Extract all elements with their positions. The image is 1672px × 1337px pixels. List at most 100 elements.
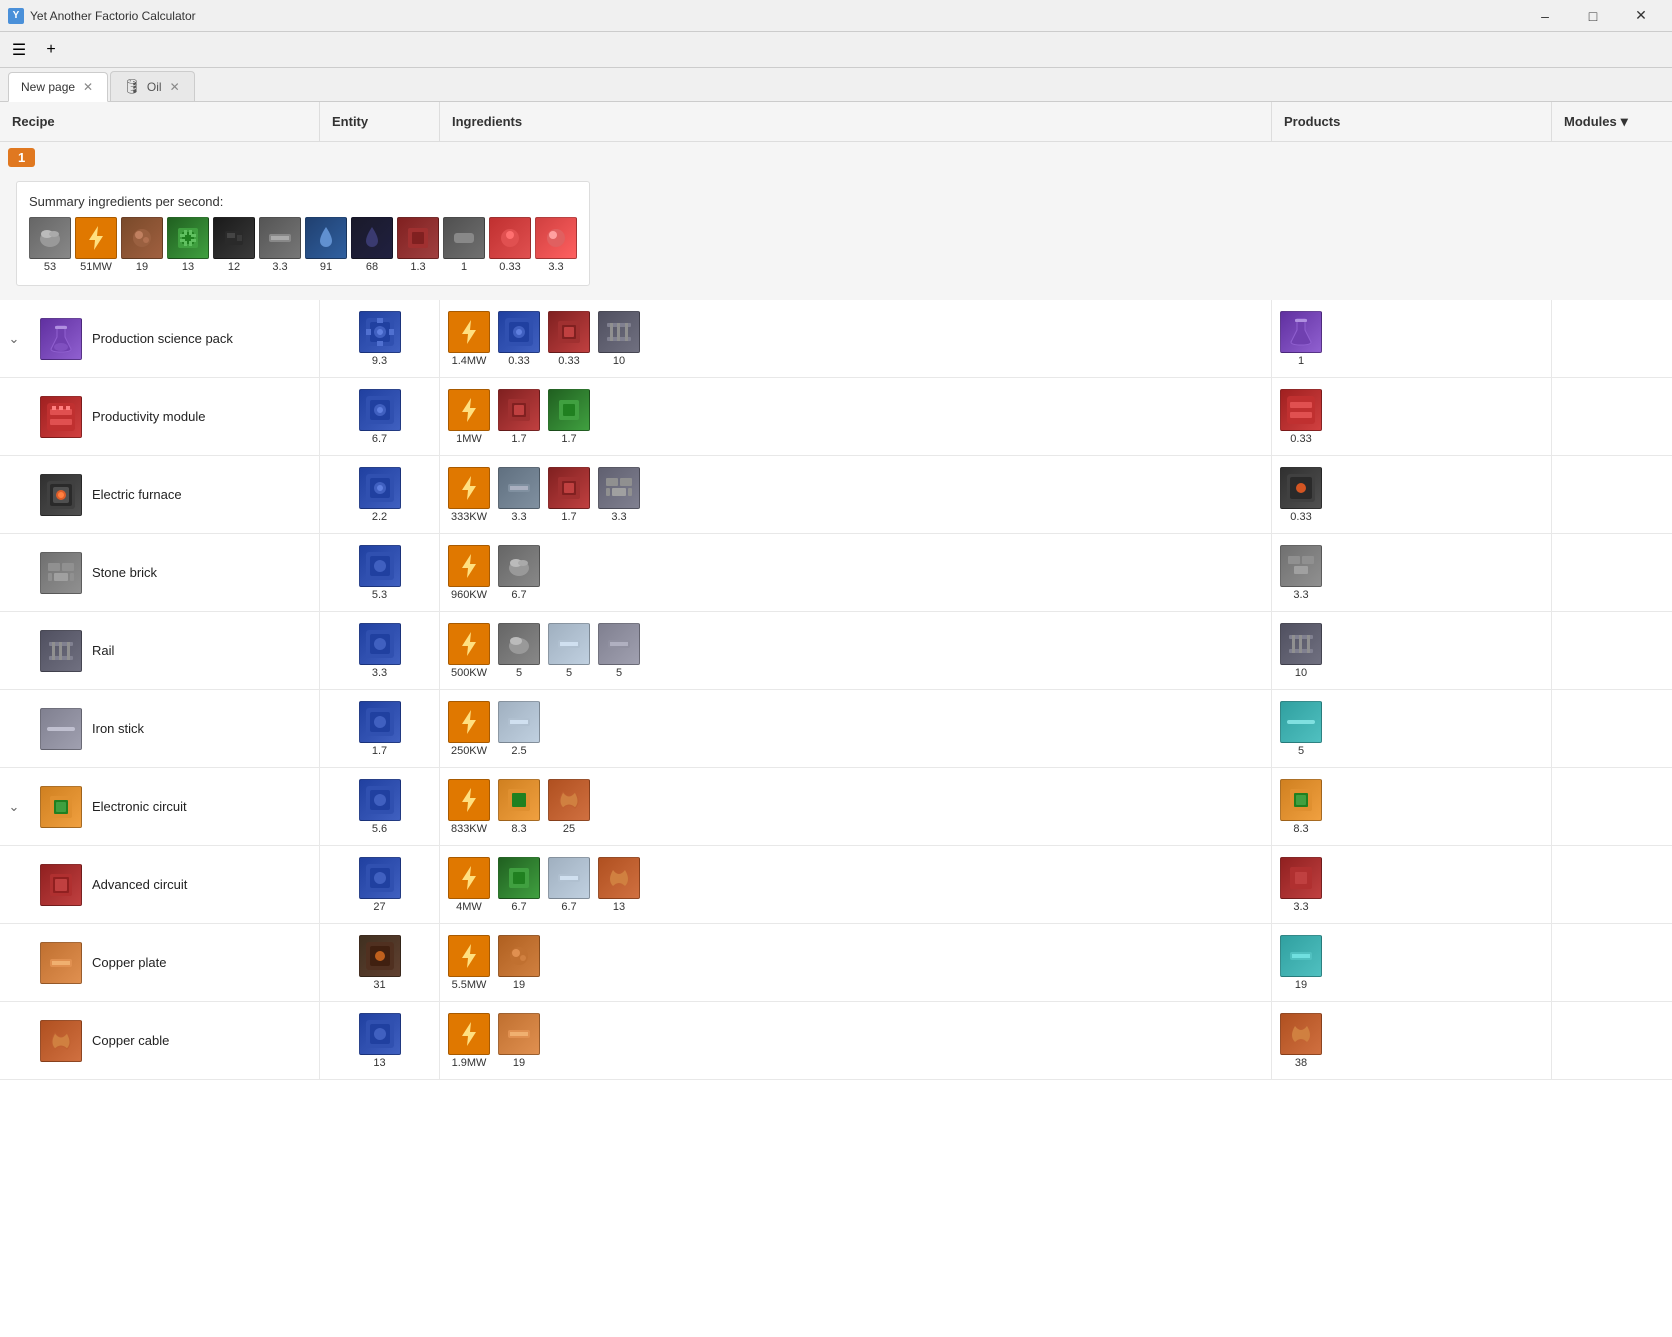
steelplate-icon-rail [598,623,640,665]
furnace-icon-copper-plate [359,935,401,977]
ec-ironplate-icon [498,779,540,821]
energy-icon-electronic-circuit [448,779,490,821]
energy-icon [448,311,490,353]
products-cell-productivity: 0.33 [1272,378,1552,455]
ingredient-copperplate-copper-cable: 19 [498,1013,540,1069]
recipe-name-productivity-module: Productivity module [28,378,320,455]
child-indent [0,378,28,455]
entity-value-copper-cable: 13 [373,1057,385,1069]
modules-cell-production-science [1552,300,1672,377]
summary-item: 3.3 [535,217,577,273]
greencircuit-icon-ac [498,857,540,899]
coppercable-value-ec: 25 [554,823,584,835]
ingredients-cell-advanced-circuit: 4MW 6.7 6.7 [440,846,1272,923]
coppercable-icon-ac [598,857,640,899]
recipe-name-electric-furnace: Electric furnace [28,456,320,533]
entity-value-stone-brick: 5.3 [372,589,387,601]
electronic-circuit-label: Electronic circuit [92,799,187,814]
col-header-ingredients: Ingredients [440,102,1272,141]
energy-icon-stone-brick [448,545,490,587]
ingredient-ironplate-rail: 5 [548,623,590,679]
summary-item12-value: 3.3 [548,261,563,273]
tab-new-page[interactable]: New page ✕ [8,72,108,102]
ingredient-ironplate-iron-stick: 2.5 [498,701,540,757]
child-indent2 [0,456,28,533]
ingredient-stone-stone-brick: 6.7 [498,545,540,601]
ironplate-value-iron-stick: 2.5 [504,745,534,757]
ironplate-icon-iron-stick [498,701,540,743]
modules-dropdown-icon[interactable]: ▾ [1621,113,1628,130]
tab-oil-icon: 🛢 [123,78,141,95]
stone-brick-icon [40,552,82,594]
products-cell-rail: 10 [1272,612,1552,689]
energy-value-prod: 1MW [454,433,484,445]
summary-ironore-icon [121,217,163,259]
column-headers: Recipe Entity Ingredients Products Modul… [0,102,1672,142]
hamburger-menu-button[interactable]: ☰ [4,36,34,64]
copper-plate-icon [40,942,82,984]
summary-item: 1.3 [397,217,439,273]
plastic-icon-ac [548,857,590,899]
recipe-table: ⌄ Production science pack 9.3 [0,300,1672,1337]
table-row: Electric furnace 2.2 333KW [0,456,1672,534]
summary-item: 0.33 [489,217,531,273]
energy-icon-prod [448,389,490,431]
summary-steel-value: 3.3 [272,261,287,273]
modules-cell-furnace [1552,456,1672,533]
product-rail: 10 [1280,623,1322,679]
production-science-pack-icon [40,318,82,360]
electronic-circuit-product-icon [1280,779,1322,821]
ingredient-steelplate-furnace: 3.3 [498,467,540,523]
child-indent6 [0,846,28,923]
tab-oil[interactable]: 🛢 Oil ✕ [110,71,195,101]
ingredient-steelplate-rail: 5 [598,623,640,679]
products-cell-furnace: 0.33 [1272,456,1552,533]
tab-oil-close[interactable]: ✕ [168,78,182,96]
summary-energy-value: 51MW [80,261,112,273]
recipe-name-production-science-pack: Production science pack [28,300,320,377]
product-productivity-module: 0.33 [1280,389,1322,445]
ingredient-energy-furnace: 333KW [448,467,490,523]
electronic-circuit-product-value: 8.3 [1286,823,1316,835]
add-tab-button[interactable]: + [36,36,66,64]
col-ingredients-label: Ingredients [452,114,522,129]
copper-plate-product-icon [1280,935,1322,977]
maximize-button[interactable]: □ [1570,0,1616,32]
energy-icon-copper-cable [448,1013,490,1055]
rail-ingredient-icon [598,311,640,353]
child-indent8 [0,1002,28,1079]
ironplate-icon-rail [548,623,590,665]
stone-icon-rail [498,623,540,665]
entity-cell-advanced-circuit: 27 [320,846,440,923]
assembler-ingredient-value: 0.33 [504,355,534,367]
recipe-name-advanced-circuit: Advanced circuit [28,846,320,923]
copper-cable-label: Copper cable [92,1033,169,1048]
recipe-name-copper-cable: Copper cable [28,1002,320,1079]
products-cell-electronic-circuit: 8.3 [1272,768,1552,845]
table-row: Copper cable 13 1.9MW [0,1002,1672,1080]
summary-energy-icon [75,217,117,259]
collapse-toggle-production-science[interactable]: ⌄ [0,300,28,377]
electronic-circuit-icon [40,786,82,828]
summary-item: 19 [121,217,163,273]
ingredient-coppercable-advanced-circuit: 13 [598,857,640,913]
expand-button[interactable]: 1 [8,148,35,167]
collapse-toggle-electronic-circuit[interactable]: ⌄ [0,768,28,845]
ingredient-greencircuit-advanced-circuit: 6.7 [498,857,540,913]
child-indent7 [0,924,28,1001]
summary-items: 53 51MW 19 [29,217,577,273]
close-button[interactable]: ✕ [1618,0,1664,32]
advanced-circuit-label: Advanced circuit [92,877,187,892]
entity-value-iron-stick: 1.7 [372,745,387,757]
tab-new-page-close[interactable]: ✕ [81,78,95,96]
ingredient-energy-copper-plate: 5.5MW [448,935,490,991]
ingredient-energy-productivity: 1MW [448,389,490,445]
summary-coal-value: 12 [228,261,240,273]
products-cell-advanced-circuit: 3.3 [1272,846,1552,923]
stone-icon [498,545,540,587]
stone-value: 6.7 [504,589,534,601]
col-header-modules: Modules ▾ [1552,102,1672,141]
minimize-button[interactable]: – [1522,0,1568,32]
ingredients-cell-rail: 500KW 5 5 5 [440,612,1272,689]
products-cell-iron-stick: 5 [1272,690,1552,767]
